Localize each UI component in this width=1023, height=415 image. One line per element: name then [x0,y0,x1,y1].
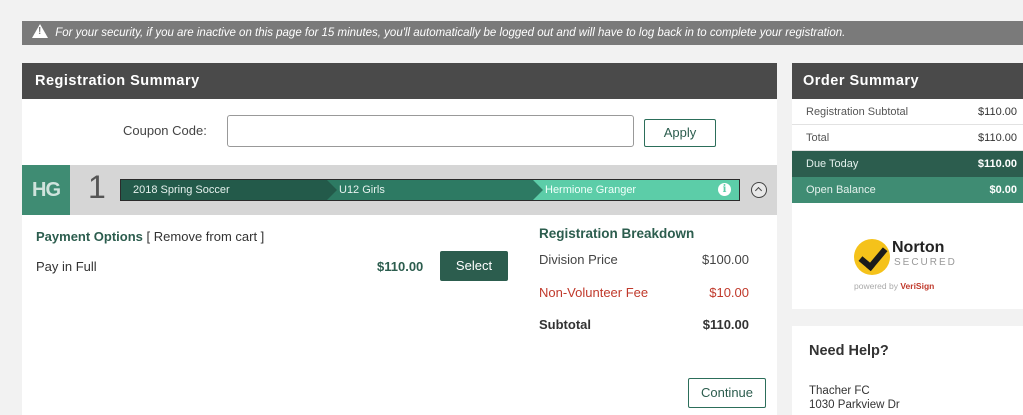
collapse-icon[interactable] [751,182,767,198]
order-row-amount: $110.00 [978,132,1017,144]
norton-powered-by: powered by VeriSign [854,281,934,291]
payment-options-title: Payment Options [36,229,143,244]
payment-option-amount: $110.00 [377,259,424,274]
remove-from-cart-link[interactable]: [ Remove from cart ] [147,229,265,244]
checkmark-icon [854,239,890,275]
apply-coupon-button[interactable]: Apply [644,119,716,147]
payment-option-label: Pay in Full [36,259,97,274]
registration-steps: 2018 Spring Soccer U12 Girls Hermione Gr… [120,179,740,201]
order-summary-panel: Order Summary Registration Subtotal $110… [792,63,1023,309]
info-icon[interactable]: i [718,183,731,196]
security-alert-text: For your security, if you are inactive o… [55,27,846,39]
coupon-code-input[interactable] [227,115,634,147]
registrant-bar: HG 1 2018 Spring Soccer U12 Girls Hermio… [22,165,777,215]
order-row-amount: $110.00 [977,158,1017,170]
coupon-section: Coupon Code: Apply [22,99,777,165]
norton-name: Norton [892,239,945,256]
norton-secured-label: SECURED [894,257,957,268]
order-row-label: Registration Subtotal [806,106,909,118]
need-help-panel: Need Help? Thacher FC 1030 Parkview Dr [792,326,1023,415]
need-help-title: Need Help? [809,343,889,359]
order-row-amount: $110.00 [978,106,1017,118]
step-program: 2018 Spring Soccer [121,180,337,200]
step-participant-label: Hermione Granger [545,184,637,196]
order-summary-title: Order Summary [792,63,1023,99]
breakdown-amount: $100.00 [702,252,749,267]
norton-secured-badge[interactable]: Norton SECURED powered by VeriSign [854,235,964,297]
warning-icon [32,24,48,38]
help-org-name: Thacher FC [809,385,870,397]
breakdown-label: Non-Volunteer Fee [539,285,649,300]
breakdown-row: Non-Volunteer Fee $10.00 [539,285,749,300]
powered-brand: VeriSign [900,281,935,291]
coupon-label: Coupon Code: [123,123,207,138]
breakdown-label: Division Price [539,252,618,267]
registration-summary-title: Registration Summary [22,63,777,99]
order-row-label: Total [806,132,830,144]
continue-button[interactable]: Continue [688,378,766,408]
registrant-initials: HG [22,165,70,215]
breakdown-amount: $10.00 [709,285,749,300]
breakdown-title: Registration Breakdown [539,226,695,241]
breakdown-row: Subtotal $110.00 [539,317,749,332]
select-payment-button[interactable]: Select [440,251,508,281]
step-division: U12 Girls [327,180,543,200]
help-address: 1030 Parkview Dr [809,399,900,411]
breakdown-label: Subtotal [539,317,591,332]
registrant-number: 1 [88,169,106,205]
registration-summary-panel: Registration Summary Coupon Code: Apply … [22,63,777,415]
step-division-label: U12 Girls [339,184,385,196]
order-row-amount: $0.00 [989,184,1017,196]
breakdown-row: Division Price $100.00 [539,252,749,267]
order-row-subtotal: Registration Subtotal $110.00 [792,99,1023,125]
step-participant: Hermione Granger i [533,180,739,200]
powered-prefix: powered by [854,281,898,291]
payment-options-header: Payment Options [ Remove from cart ] [36,229,264,244]
order-row-open-balance: Open Balance $0.00 [792,177,1023,203]
step-program-label: 2018 Spring Soccer [133,184,230,196]
order-row-label: Open Balance [806,184,876,196]
breakdown-amount: $110.00 [702,317,749,332]
order-row-total: Total $110.00 [792,125,1023,151]
order-row-label: Due Today [806,158,859,170]
order-row-due-today: Due Today $110.00 [792,151,1023,177]
security-alert: For your security, if you are inactive o… [22,21,1023,45]
